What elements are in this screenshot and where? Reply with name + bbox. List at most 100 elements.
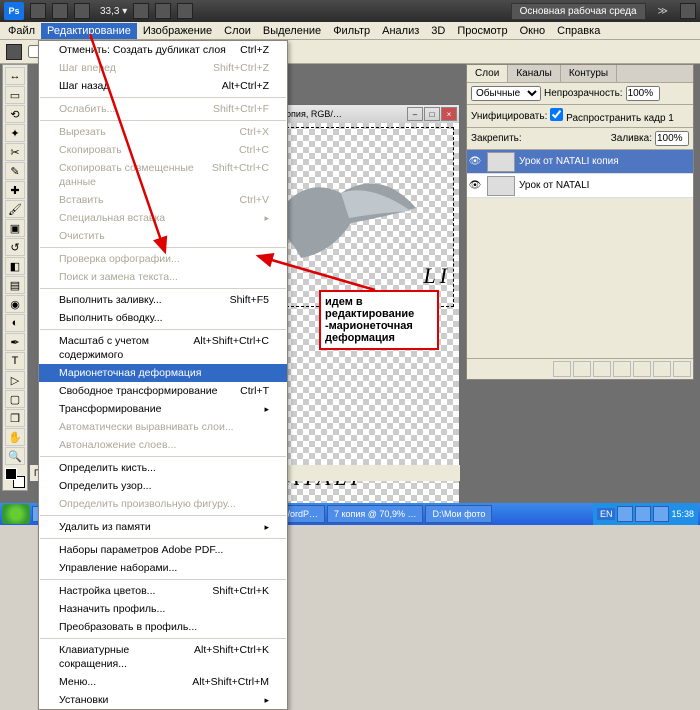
menu-bar: Файл Редактирование Изображение Слои Выд…: [0, 22, 700, 40]
arrange-icon[interactable]: [155, 3, 171, 19]
menu-item: Скопировать совмещенные данныеShift+Ctrl…: [39, 159, 287, 191]
zoom-display[interactable]: 33,3 ▾: [100, 6, 127, 17]
taskbar-task[interactable]: 7 копия @ 70,9% …: [327, 505, 423, 523]
menu-edit[interactable]: Редактирование: [41, 23, 137, 39]
menu-item[interactable]: Настройка цветов...Shift+Ctrl+K: [39, 582, 287, 600]
menu-item[interactable]: Управление наборами...: [39, 559, 287, 577]
adjustment-icon[interactable]: [613, 361, 631, 377]
menu-item[interactable]: Наборы параметров Adobe PDF...: [39, 541, 287, 559]
menu-item[interactable]: Клавиатурные сокращения...Alt+Shift+Ctrl…: [39, 641, 287, 673]
marquee-tool[interactable]: ▭: [5, 86, 25, 104]
history-brush-tool[interactable]: ↺: [5, 238, 25, 256]
shape-tool[interactable]: ▢: [5, 390, 25, 408]
minibridge-icon[interactable]: [52, 3, 68, 19]
menu-item[interactable]: Выполнить заливку...Shift+F5: [39, 291, 287, 309]
tray-icon[interactable]: [617, 506, 633, 522]
menu-item[interactable]: Преобразовать в профиль...: [39, 618, 287, 636]
start-button[interactable]: [2, 504, 30, 524]
trash-icon[interactable]: [673, 361, 691, 377]
dodge-tool[interactable]: ◐: [5, 314, 25, 332]
tray-icon[interactable]: [653, 506, 669, 522]
doc-titlebar[interactable]: …LI копия, RGB/… – □ ×: [261, 105, 459, 123]
bridge-icon[interactable]: [30, 3, 46, 19]
menu-view[interactable]: Просмотр: [451, 23, 513, 39]
wand-tool[interactable]: ✦: [5, 124, 25, 142]
menu-item[interactable]: Удалить из памяти: [39, 518, 287, 536]
menu-item[interactable]: Установки: [39, 691, 287, 709]
menu-file[interactable]: Файл: [2, 23, 41, 39]
visibility-icon[interactable]: 👁: [467, 156, 483, 167]
fx-icon[interactable]: [573, 361, 591, 377]
gradient-tool[interactable]: ▤: [5, 276, 25, 294]
menu-item[interactable]: Масштаб с учетом содержимогоAlt+Shift+Ct…: [39, 332, 287, 364]
workspace-button[interactable]: Основная рабочая среда: [511, 3, 646, 20]
pen-tool[interactable]: ✒: [5, 333, 25, 351]
maximize-button[interactable]: □: [424, 107, 440, 121]
tray-icon[interactable]: [635, 506, 651, 522]
hand-tool[interactable]: ✋: [5, 428, 25, 446]
eraser-tool[interactable]: ◧: [5, 257, 25, 275]
zoom-tool[interactable]: 🔍: [5, 447, 25, 465]
stamp-tool[interactable]: ▣: [5, 219, 25, 237]
layer-thumb[interactable]: [487, 152, 515, 172]
menu-3d[interactable]: 3D: [425, 23, 451, 39]
tab-paths[interactable]: Контуры: [561, 65, 617, 82]
lasso-tool[interactable]: ⟲: [5, 105, 25, 123]
propagate-check[interactable]: Распространить кадр 1: [550, 108, 674, 124]
menu-filter[interactable]: Фильтр: [327, 23, 376, 39]
blend-mode-select[interactable]: Обычные: [471, 86, 541, 101]
mask-icon[interactable]: [593, 361, 611, 377]
menu-window[interactable]: Окно: [514, 23, 552, 39]
menu-help[interactable]: Справка: [551, 23, 606, 39]
cslive-icon[interactable]: [680, 3, 696, 19]
visibility-icon[interactable]: 👁: [467, 180, 483, 191]
type-tool[interactable]: T: [5, 352, 25, 370]
menu-item[interactable]: Определить кисть...: [39, 459, 287, 477]
menu-select[interactable]: Выделение: [257, 23, 327, 39]
layer-name[interactable]: Урок от NATALI копия: [519, 156, 619, 167]
menu-layers[interactable]: Слои: [218, 23, 257, 39]
crop-tool[interactable]: ✂: [5, 143, 25, 161]
link-layers-icon[interactable]: [553, 361, 571, 377]
move-tool[interactable]: ↔: [5, 67, 25, 85]
path-tool[interactable]: ▷: [5, 371, 25, 389]
tab-layers[interactable]: Слои: [467, 65, 508, 82]
opacity-input[interactable]: [626, 86, 660, 101]
taskbar-task[interactable]: D:\Мои фото: [425, 505, 492, 523]
chevron-right-icon[interactable]: ≫: [658, 6, 668, 17]
clock[interactable]: 15:38: [671, 509, 694, 519]
close-button[interactable]: ×: [441, 107, 457, 121]
language-indicator[interactable]: EN: [597, 508, 616, 520]
menu-item[interactable]: Назначить профиль...: [39, 600, 287, 618]
layer-row[interactable]: 👁 Урок от NATALI: [467, 174, 693, 198]
menu-item[interactable]: Меню...Alt+Shift+Ctrl+M: [39, 673, 287, 691]
fill-input[interactable]: [655, 131, 689, 146]
menu-item: Ослабить...Shift+Ctrl+F: [39, 100, 287, 118]
layer-name[interactable]: Урок от NATALI: [519, 180, 589, 191]
menu-image[interactable]: Изображение: [137, 23, 218, 39]
heal-tool[interactable]: ✚: [5, 181, 25, 199]
layer-thumb[interactable]: [487, 176, 515, 196]
menu-item[interactable]: Определить узор...: [39, 477, 287, 495]
menu-item[interactable]: Марионеточная деформация: [39, 364, 287, 382]
menu-item: СкопироватьCtrl+C: [39, 141, 287, 159]
menu-analysis[interactable]: Анализ: [376, 23, 425, 39]
blur-tool[interactable]: ◉: [5, 295, 25, 313]
brush-tool[interactable]: 🖌: [5, 200, 25, 218]
layer-row[interactable]: 👁 Урок от NATALI копия: [467, 150, 693, 174]
menu-item[interactable]: Выполнить обводку...: [39, 309, 287, 327]
group-icon[interactable]: [633, 361, 651, 377]
menu-item[interactable]: Шаг назадAlt+Ctrl+Z: [39, 77, 287, 95]
menu-item[interactable]: Свободное трансформированиеCtrl+T: [39, 382, 287, 400]
hand-icon[interactable]: [133, 3, 149, 19]
view-extras-icon[interactable]: [74, 3, 90, 19]
minimize-button[interactable]: –: [407, 107, 423, 121]
screenmode-icon[interactable]: [177, 3, 193, 19]
tab-channels[interactable]: Каналы: [508, 65, 561, 82]
3d-tool[interactable]: ❒: [5, 409, 25, 427]
menu-item[interactable]: Отменить: Создать дубликат слояCtrl+Z: [39, 41, 287, 59]
new-layer-icon[interactable]: [653, 361, 671, 377]
color-swatch[interactable]: [5, 468, 25, 488]
eyedropper-tool[interactable]: ✎: [5, 162, 25, 180]
menu-item[interactable]: Трансформирование: [39, 400, 287, 418]
